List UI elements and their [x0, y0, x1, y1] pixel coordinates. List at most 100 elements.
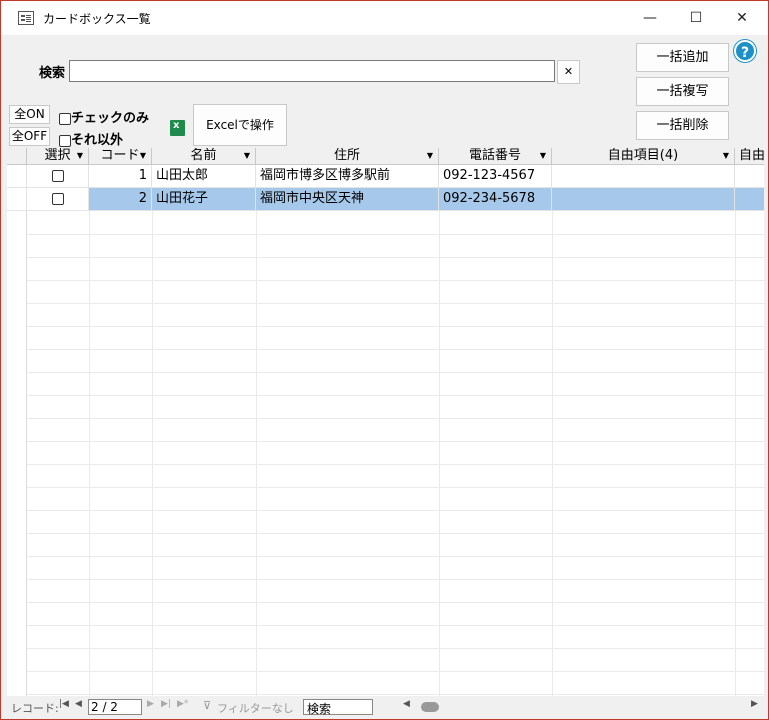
previous-record-icon[interactable]: ◀: [75, 699, 82, 709]
row-selector[interactable]: [7, 188, 27, 210]
header-label: 住所: [333, 148, 360, 163]
phone-cell[interactable]: 092-234-5678: [439, 188, 552, 210]
row-checkbox[interactable]: [51, 192, 64, 205]
excel-icon: [170, 120, 185, 136]
header-label: 自由項目(4): [607, 148, 679, 163]
grid-line: [27, 303, 764, 304]
header-name[interactable]: 名前 ▼: [152, 148, 256, 165]
search-input[interactable]: [69, 60, 555, 82]
record-search-input[interactable]: 検索: [303, 699, 373, 716]
all-off-button[interactable]: 全OFF: [9, 127, 50, 146]
first-record-icon[interactable]: |◀: [59, 699, 69, 709]
header-code[interactable]: コード ▼: [89, 148, 152, 165]
last-record-icon[interactable]: ▶|: [161, 699, 171, 709]
grid-line: [27, 372, 764, 373]
header-free4[interactable]: 自由項目(4) ▼: [552, 148, 735, 165]
header-label: 名前: [190, 148, 217, 163]
header-label: 電話番号: [468, 148, 521, 163]
grid-line: [27, 487, 764, 488]
row-checkbox[interactable]: [51, 169, 64, 182]
dropdown-arrow-icon[interactable]: ▼: [540, 148, 546, 164]
grid-line: [552, 211, 553, 696]
next-record-icon[interactable]: ▶: [147, 699, 154, 709]
grid-line: [27, 464, 764, 465]
excel-button[interactable]: Excelで操作: [193, 104, 287, 146]
table-row[interactable]: 1 山田太郎 福岡市博多区博多駅前 092-123-4567: [7, 165, 764, 188]
header-label: コード: [100, 148, 140, 163]
header-label: 自由: [739, 148, 764, 163]
bulk-add-button[interactable]: 一括追加: [636, 43, 729, 72]
address-cell[interactable]: 福岡市中央区天神: [256, 188, 439, 210]
name-cell[interactable]: 山田花子: [152, 188, 256, 210]
header-free5[interactable]: 自由: [735, 148, 764, 165]
checked-only-checkbox[interactable]: [59, 112, 71, 125]
bulk-delete-button[interactable]: 一括削除: [636, 111, 729, 140]
table-row[interactable]: 2 山田花子 福岡市中央区天神 092-234-5678: [7, 188, 764, 211]
help-icon[interactable]: ?: [734, 40, 756, 62]
select-cell[interactable]: [27, 188, 89, 210]
grid-line: [27, 579, 764, 580]
grid-line: [27, 326, 764, 327]
dropdown-arrow-icon[interactable]: ▼: [140, 148, 146, 164]
dropdown-arrow-icon[interactable]: ▼: [427, 148, 433, 164]
others-option[interactable]: それ以外: [59, 129, 123, 148]
grid-line: [27, 418, 764, 419]
scroll-right-icon[interactable]: ▶: [751, 699, 758, 709]
grid-line: [89, 211, 90, 696]
code-cell[interactable]: 1: [89, 165, 152, 187]
new-record-icon[interactable]: ▶*: [177, 699, 188, 709]
others-checkbox[interactable]: [59, 134, 71, 147]
grid-line: [27, 694, 764, 695]
name-cell[interactable]: 山田太郎: [152, 165, 256, 187]
grid-line: [27, 671, 764, 672]
header-address[interactable]: 住所 ▼: [256, 148, 439, 165]
free4-cell[interactable]: [552, 165, 735, 187]
close-button[interactable]: ✕: [719, 1, 765, 35]
clear-search-button[interactable]: ✕: [557, 60, 580, 84]
grid-line: [27, 556, 764, 557]
address-cell[interactable]: 福岡市博多区博多駅前: [256, 165, 439, 187]
record-navigation-bar: レコード: |◀ ◀ 2 / 2 ▶ ▶| ▶* ⊽ フィルターなし 検索 ◀ …: [7, 698, 764, 716]
grid-line: [27, 625, 764, 626]
filter-status[interactable]: フィルターなし: [217, 700, 294, 716]
free4-cell[interactable]: [552, 188, 735, 210]
grid-line: [27, 257, 764, 258]
grid-line: [256, 211, 257, 696]
form-body: 検索 ✕ 一括追加 一括複写 一括削除 ? 全ON 全OFF チェックのみ それ…: [7, 36, 764, 696]
checked-only-label: チェックのみ: [71, 111, 150, 126]
header-phone[interactable]: 電話番号 ▼: [439, 148, 552, 165]
phone-cell[interactable]: 092-123-4567: [439, 165, 552, 187]
dropdown-arrow-icon[interactable]: ▼: [723, 148, 729, 164]
row-selector-column[interactable]: [7, 165, 27, 696]
dropdown-arrow-icon[interactable]: ▼: [77, 148, 83, 164]
window-title: カードボックス一覧: [43, 12, 151, 26]
scroll-left-icon[interactable]: ◀: [403, 699, 410, 709]
record-position-input[interactable]: 2 / 2: [88, 699, 142, 715]
dropdown-arrow-icon[interactable]: ▼: [244, 148, 250, 164]
select-cell[interactable]: [27, 165, 89, 187]
filter-icon[interactable]: ⊽: [203, 699, 211, 712]
header-select[interactable]: 選択 ▼: [27, 148, 89, 165]
all-on-button[interactable]: 全ON: [9, 105, 50, 124]
code-cell[interactable]: 2: [89, 188, 152, 210]
grid-line: [27, 533, 764, 534]
others-label: それ以外: [71, 133, 124, 148]
checked-only-option[interactable]: チェックのみ: [59, 107, 149, 126]
header-label: 選択: [44, 148, 71, 163]
grid-line: [439, 211, 440, 696]
horizontal-scrollbar-thumb[interactable]: [421, 702, 439, 712]
grid-line: [27, 441, 764, 442]
bulk-copy-button[interactable]: 一括複写: [636, 77, 729, 106]
minimize-button[interactable]: —: [627, 1, 673, 35]
grid-line: [27, 395, 764, 396]
select-all-corner[interactable]: [7, 148, 27, 165]
row-selector[interactable]: [7, 165, 27, 187]
form-icon: [18, 11, 34, 25]
grid-line: [27, 280, 764, 281]
grid-line: [152, 211, 153, 696]
grid-line: [27, 349, 764, 350]
grid-line: [27, 510, 764, 511]
maximize-button[interactable]: ☐: [673, 1, 719, 35]
grid-line: [735, 211, 736, 696]
grid-line: [27, 648, 764, 649]
